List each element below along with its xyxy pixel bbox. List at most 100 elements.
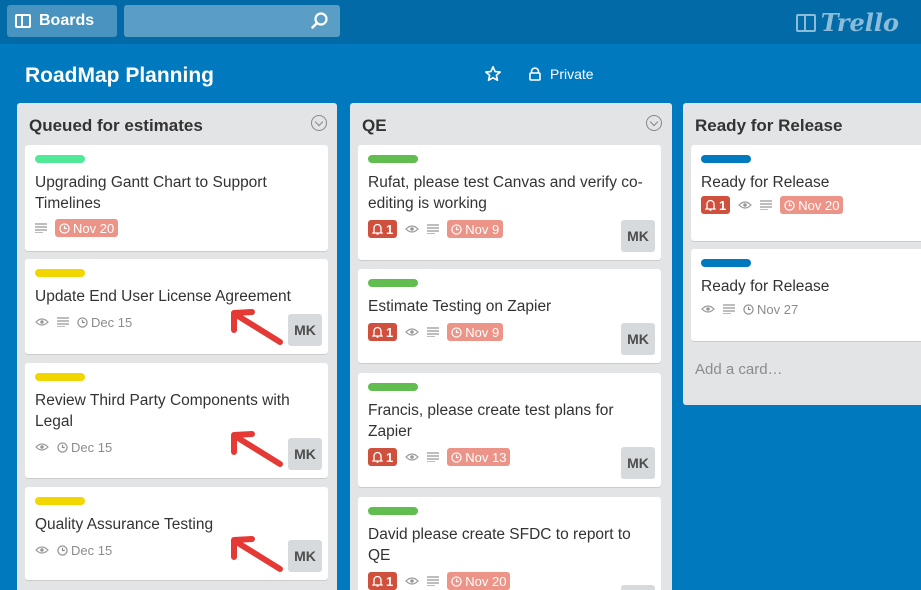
list-header[interactable]: Queued for estimates bbox=[17, 103, 337, 145]
member-avatar[interactable]: MK bbox=[621, 585, 655, 590]
watch-icon bbox=[405, 323, 420, 341]
due-date-badge: Dec 15 bbox=[77, 313, 132, 331]
list-qe: QE Rufat, please test Canvas and verify … bbox=[350, 103, 672, 590]
clock-icon bbox=[784, 199, 795, 211]
clock-icon bbox=[57, 441, 68, 453]
member-avatar[interactable]: MK bbox=[288, 314, 322, 346]
description-icon bbox=[723, 300, 735, 318]
bell-icon bbox=[372, 223, 383, 235]
card-label bbox=[368, 507, 418, 515]
description-icon bbox=[427, 323, 440, 341]
due-date-badge: Nov 20 bbox=[780, 196, 844, 214]
due-date-badge: Nov 27 bbox=[743, 300, 798, 318]
card[interactable]: Estimate Testing on Zapier 1 Nov 9 MK bbox=[358, 269, 661, 363]
card-label bbox=[701, 155, 751, 163]
list-menu-icon[interactable] bbox=[646, 115, 662, 131]
card-title: Rufat, please test Canvas and verify co-… bbox=[368, 174, 643, 212]
member-avatar[interactable]: MK bbox=[288, 438, 322, 470]
search-input[interactable] bbox=[124, 5, 340, 37]
bell-icon bbox=[372, 575, 383, 587]
bell-icon bbox=[372, 451, 383, 463]
card[interactable]: Upgrading Gantt Chart to Support Timelin… bbox=[25, 145, 328, 251]
card-badges: Nov 27 bbox=[701, 299, 921, 319]
clock-icon bbox=[451, 575, 462, 587]
watch-icon bbox=[738, 196, 753, 214]
card[interactable]: Ready for Release 1 Nov 20 bbox=[691, 145, 921, 241]
card-title: Upgrading Gantt Chart to Support Timelin… bbox=[35, 174, 267, 212]
card[interactable]: Rufat, please test Canvas and verify co-… bbox=[358, 145, 661, 260]
star-icon[interactable] bbox=[484, 65, 502, 83]
notification-count: 1 bbox=[719, 197, 727, 213]
due-date-text: Nov 9 bbox=[465, 324, 500, 340]
list-queued-for-estimates: Queued for estimates Upgrading Gantt Cha… bbox=[17, 103, 337, 590]
bell-icon bbox=[705, 199, 716, 211]
card[interactable]: Francis, please create test plans for Za… bbox=[358, 373, 661, 487]
due-date-badge: Dec 15 bbox=[57, 438, 112, 456]
card-badges: Nov 20 bbox=[35, 218, 318, 238]
due-date-text: Nov 27 bbox=[757, 301, 799, 317]
notification-badge: 1 bbox=[368, 572, 398, 590]
description-icon bbox=[427, 220, 440, 238]
card-title: Ready for Release bbox=[701, 278, 830, 295]
watch-icon bbox=[701, 300, 715, 318]
description-icon bbox=[760, 196, 773, 214]
boards-button[interactable]: Boards bbox=[7, 5, 117, 37]
list-header[interactable]: QE bbox=[350, 103, 672, 145]
trello-logo[interactable]: Trello bbox=[795, 8, 899, 37]
notification-count: 1 bbox=[386, 449, 394, 465]
notification-badge: 1 bbox=[368, 448, 398, 466]
list-menu-icon[interactable] bbox=[311, 115, 327, 131]
due-date-text: Nov 20 bbox=[465, 573, 507, 589]
member-avatar[interactable]: MK bbox=[621, 220, 655, 252]
due-date-badge: Nov 9 bbox=[447, 323, 504, 341]
visibility-button[interactable]: Private bbox=[528, 66, 594, 82]
annotation-arrow-icon bbox=[231, 536, 283, 572]
annotation-arrow-icon bbox=[231, 431, 283, 467]
due-date-badge: Nov 20 bbox=[447, 572, 511, 590]
due-date-text: Nov 20 bbox=[798, 197, 840, 213]
due-date-text: Nov 9 bbox=[465, 221, 500, 237]
due-date-badge: Nov 9 bbox=[447, 220, 504, 238]
watch-icon bbox=[405, 448, 420, 466]
card-title: David please create SFDC to report to QE bbox=[368, 526, 631, 564]
card[interactable]: Ready for Release Nov 27 bbox=[691, 249, 921, 341]
list-header[interactable]: Ready for Release bbox=[683, 103, 921, 145]
notification-count: 1 bbox=[386, 221, 394, 237]
add-card-button[interactable]: Add a card… bbox=[695, 361, 783, 378]
list-ready-for-release: Ready for Release Ready for Release 1 No… bbox=[683, 103, 921, 405]
top-bar: Boards Trello bbox=[0, 0, 921, 44]
watch-icon bbox=[35, 438, 49, 456]
member-avatar[interactable]: MK bbox=[621, 323, 655, 355]
clock-icon bbox=[743, 303, 754, 315]
member-avatar[interactable]: MK bbox=[288, 540, 322, 572]
due-date-text: Nov 13 bbox=[465, 449, 507, 465]
boards-icon bbox=[15, 14, 31, 28]
card-title: Update End User License Agreement bbox=[35, 288, 291, 305]
card-title: Review Third Party Components with Legal bbox=[35, 392, 290, 430]
card-badges: 1 Nov 9 bbox=[368, 322, 651, 342]
due-date-text: Nov 20 bbox=[73, 220, 115, 236]
clock-icon bbox=[59, 222, 70, 234]
trello-logo-text: Trello bbox=[820, 8, 899, 37]
clock-icon bbox=[77, 316, 88, 328]
card[interactable]: David please create SFDC to report to QE… bbox=[358, 497, 661, 590]
notification-badge: 1 bbox=[368, 323, 398, 341]
card-label bbox=[35, 269, 85, 277]
due-date-text: Dec 15 bbox=[71, 439, 113, 455]
due-date-badge: Nov 20 bbox=[55, 219, 119, 237]
member-avatar[interactable]: MK bbox=[621, 447, 655, 479]
description-icon bbox=[57, 313, 69, 331]
list-title: Ready for Release bbox=[695, 116, 843, 135]
due-date-badge: Dec 15 bbox=[57, 541, 112, 559]
card-label bbox=[368, 155, 418, 163]
boards-button-label: Boards bbox=[39, 12, 95, 29]
card-label bbox=[701, 259, 751, 267]
watch-icon bbox=[35, 313, 49, 331]
lock-icon bbox=[529, 67, 541, 81]
search-icon[interactable] bbox=[310, 11, 330, 31]
clock-icon bbox=[451, 451, 462, 463]
card-title: Quality Assurance Testing bbox=[35, 516, 214, 533]
notification-count: 1 bbox=[386, 573, 394, 589]
description-icon bbox=[427, 572, 440, 590]
board-title[interactable]: RoadMap Planning bbox=[25, 64, 214, 88]
